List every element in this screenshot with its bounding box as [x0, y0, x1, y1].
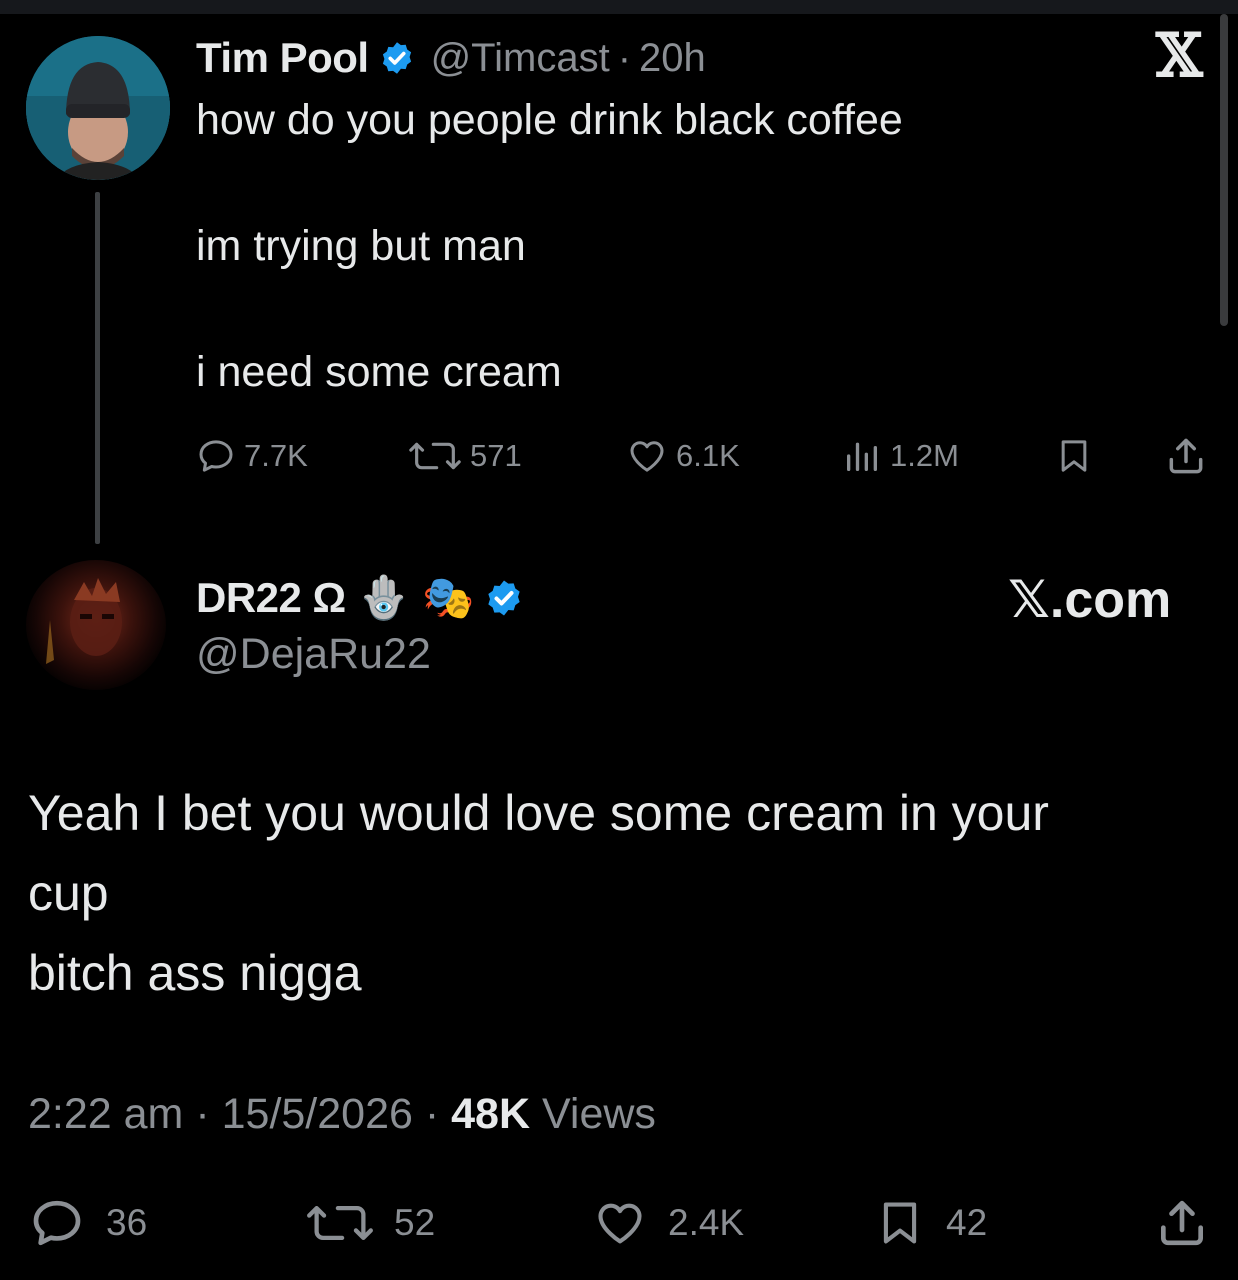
share-upload-icon — [1161, 1200, 1203, 1246]
share-button[interactable] — [1154, 1195, 1210, 1251]
repost-button[interactable]: 52 — [306, 1195, 435, 1251]
share-button[interactable] — [1164, 432, 1208, 480]
author-name[interactable]: Tim Pool — [196, 34, 369, 82]
reply-count: 7.7K — [244, 438, 308, 473]
author-name[interactable]: DR22 Ω — [196, 574, 346, 622]
status-bar-strip — [0, 0, 1238, 14]
speech-bubble-icon — [33, 1200, 81, 1246]
repost-arrows-icon — [307, 1206, 373, 1240]
reply-button[interactable]: 7.7K — [196, 432, 308, 480]
bar-chart-icon — [847, 442, 877, 471]
heart-icon — [630, 441, 664, 472]
bookmark-icon — [883, 1202, 917, 1244]
x-logo-icon: 𝕏 — [1156, 21, 1203, 91]
reply-count: 36 — [106, 1202, 148, 1243]
heart-icon — [598, 1203, 642, 1244]
tweet-header: Tim Pool @Timcast · 20h — [196, 30, 706, 86]
views-button[interactable]: 1.2M — [842, 432, 959, 480]
avatar[interactable] — [26, 560, 166, 690]
verified-badge-icon — [379, 40, 415, 76]
author-handle[interactable]: @Timcast — [431, 36, 610, 81]
tweet-text-line: Yeah I bet you would love some cream in … — [28, 785, 1049, 841]
avatar[interactable] — [26, 36, 170, 180]
like-button[interactable]: 2.4K — [592, 1195, 744, 1251]
separator-dot: · — [617, 35, 632, 80]
tweet-text-line: i need some cream — [196, 348, 562, 396]
author-handle[interactable]: @DejaRu22 — [196, 630, 431, 679]
like-count: 6.1K — [676, 438, 740, 473]
x-com-watermark: 𝕏.com — [1008, 571, 1172, 629]
tweet-header: DR22 Ω 🪬 🎭 — [196, 568, 524, 628]
avatar-image — [26, 36, 170, 180]
tweet-text-line: cup — [28, 865, 109, 921]
like-count: 2.4K — [668, 1202, 745, 1243]
timestamp[interactable]: 20h — [639, 36, 706, 81]
avatar-image — [46, 578, 122, 664]
verified-badge-icon — [484, 578, 524, 618]
separator-dot: · — [195, 1090, 210, 1138]
hamsa-emoji: 🪬 — [357, 573, 411, 622]
tweet-text-line: bitch ass nigga — [28, 945, 362, 1001]
bookmark-button[interactable]: 42 — [874, 1195, 987, 1251]
scrollbar[interactable] — [1220, 14, 1228, 326]
bookmark-button[interactable] — [1054, 432, 1094, 480]
tweet-action-bar: 36 52 2.4K 42 — [28, 1195, 1213, 1251]
tweet-text-line: how do you people drink black coffee — [196, 96, 903, 144]
reply-button[interactable]: 36 — [28, 1195, 147, 1251]
tweet-action-bar: 7.7K 571 6.1K 1.2M — [196, 432, 1211, 480]
separator-dot: · — [424, 1090, 440, 1138]
theater-masks-emoji: 🎭 — [422, 573, 475, 622]
repost-button[interactable]: 571 — [408, 432, 522, 480]
speech-bubble-icon — [199, 440, 233, 472]
repost-count: 52 — [394, 1202, 436, 1243]
post-time[interactable]: 2:22 am — [28, 1090, 183, 1138]
tweet-metadata: 2:22 am · 15/5/2026 · 48K Views — [28, 1090, 656, 1139]
share-upload-icon — [1169, 438, 1203, 474]
views-label: Views — [541, 1090, 656, 1138]
tweet-text-line: im trying but man — [196, 222, 526, 270]
thread-connector-line — [95, 192, 100, 544]
repost-count: 571 — [470, 438, 522, 473]
views-count: 1.2M — [890, 438, 959, 473]
like-button[interactable]: 6.1K — [626, 432, 740, 480]
views-count: 48K — [451, 1090, 531, 1138]
post-date[interactable]: 15/5/2026 — [222, 1090, 413, 1138]
bookmark-count: 42 — [946, 1202, 988, 1243]
bookmark-icon — [1061, 440, 1087, 472]
repost-arrows-icon — [409, 442, 461, 470]
